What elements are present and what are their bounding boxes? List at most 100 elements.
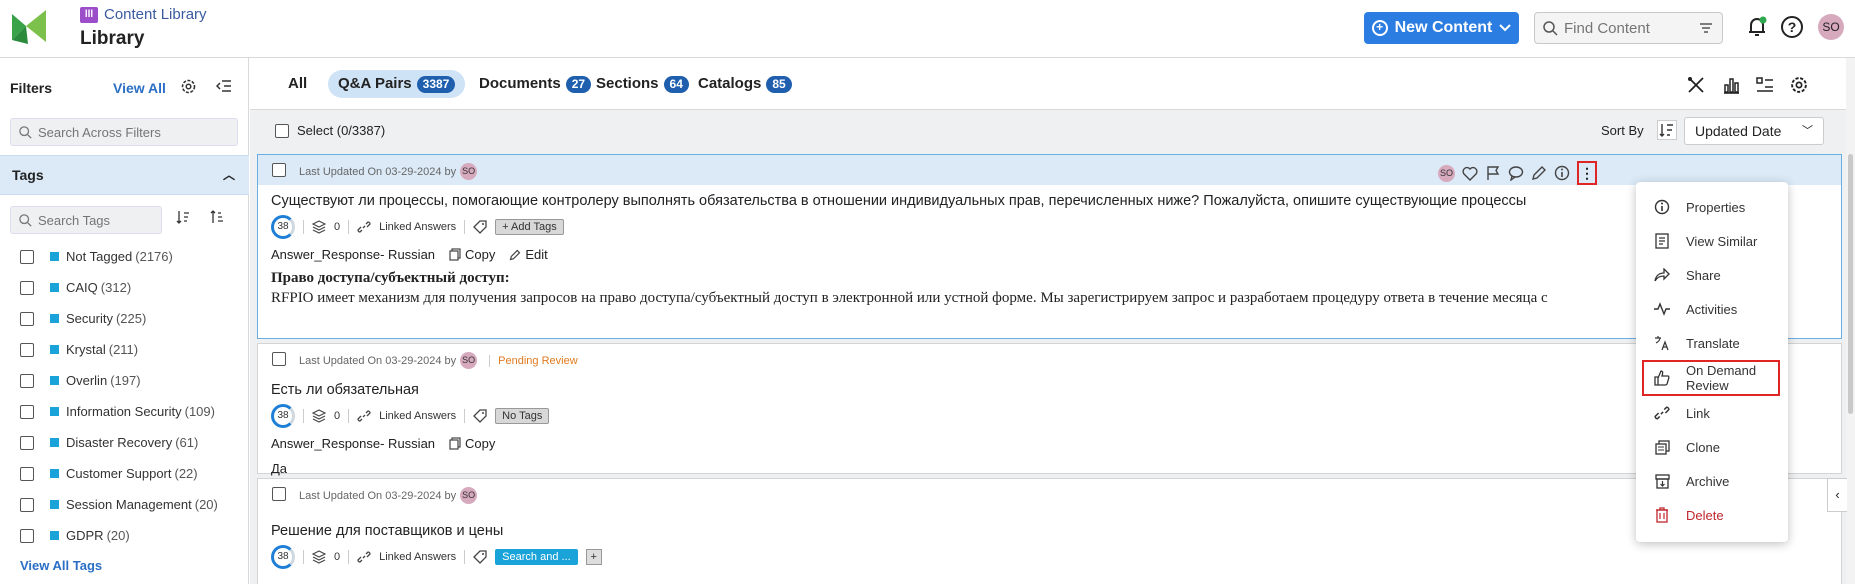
- more-options-icon[interactable]: ⋮: [1577, 161, 1597, 185]
- chevron-left-icon[interactable]: ‹: [1827, 478, 1847, 512]
- checkbox[interactable]: [20, 342, 34, 357]
- view-all-filters-link[interactable]: View All: [113, 80, 166, 96]
- copy-button[interactable]: Copy: [449, 436, 495, 451]
- sort-ascending-icon[interactable]: [176, 210, 190, 224]
- checkbox[interactable]: [272, 352, 286, 366]
- find-content-input[interactable]: [1564, 19, 1674, 37]
- tab-catalogs[interactable]: Catalogs 85: [688, 70, 802, 98]
- checkbox[interactable]: [272, 163, 286, 177]
- checkbox[interactable]: [20, 280, 34, 295]
- new-content-button[interactable]: + New Content: [1364, 12, 1519, 44]
- add-tags-button[interactable]: + Add Tags: [495, 219, 564, 235]
- menu-item-delete[interactable]: Delete: [1636, 498, 1788, 532]
- checkbox[interactable]: [20, 311, 34, 326]
- tab-all[interactable]: All: [278, 70, 317, 98]
- select-all[interactable]: Select (0/3387): [275, 123, 385, 138]
- qa-card[interactable]: Last Updated On 03-29-2024 by SO Pending…: [257, 343, 1842, 476]
- tag-color-swatch: [50, 469, 59, 478]
- tab-documents[interactable]: Documents 27: [469, 70, 601, 98]
- tab-label: Catalogs: [698, 75, 762, 92]
- tag-item[interactable]: Not Tagged (2176): [20, 241, 218, 272]
- edit-label: Edit: [525, 247, 548, 262]
- menu-label: Translate: [1686, 335, 1740, 351]
- qa-card[interactable]: Last Updated On 03-29-2024 by SO Решение…: [257, 478, 1842, 584]
- heart-icon[interactable]: [1462, 166, 1478, 181]
- tag-item[interactable]: Session Management (20): [20, 489, 218, 520]
- tab-qa-pairs[interactable]: Q&A Pairs 3387: [328, 70, 466, 98]
- filter-button[interactable]: [1689, 12, 1723, 44]
- bell-icon[interactable]: [1747, 16, 1767, 38]
- search-filters-field[interactable]: [10, 118, 238, 146]
- menu-item-archive[interactable]: Archive: [1636, 464, 1788, 498]
- view-all-tags-link[interactable]: View All Tags: [20, 558, 102, 573]
- checkbox[interactable]: [275, 123, 289, 138]
- menu-item-view-similar[interactable]: View Similar: [1636, 224, 1788, 258]
- checkbox[interactable]: [20, 466, 34, 481]
- top-header: lll Content Library Library + New Conten…: [0, 0, 1855, 58]
- checkbox[interactable]: [20, 373, 34, 388]
- sort-icon[interactable]: [1657, 120, 1677, 140]
- search-filters-input[interactable]: [38, 124, 208, 140]
- list-view-icon[interactable]: [1756, 76, 1774, 94]
- gear-icon[interactable]: [1790, 76, 1808, 94]
- menu-item-activities[interactable]: Activities: [1636, 292, 1788, 326]
- tag-item[interactable]: Krystal (211): [20, 334, 218, 365]
- tag-item[interactable]: Overlin (197): [20, 365, 218, 396]
- help-icon[interactable]: ?: [1781, 16, 1803, 38]
- tab-sections[interactable]: Sections 64: [586, 70, 699, 98]
- menu-item-link[interactable]: Link: [1636, 396, 1788, 430]
- menu-item-translate[interactable]: Translate: [1636, 326, 1788, 360]
- question-title[interactable]: Существуют ли процессы, помогающие контр…: [271, 193, 1811, 209]
- breadcrumb[interactable]: lll Content Library: [80, 6, 207, 23]
- search-tags-field[interactable]: [10, 206, 162, 234]
- find-content-field[interactable]: [1534, 12, 1694, 44]
- bar-chart-icon[interactable]: [1722, 76, 1740, 94]
- tag-item[interactable]: Disaster Recovery (61): [20, 427, 218, 458]
- plus-circle-icon: +: [1371, 20, 1388, 36]
- checkbox[interactable]: [20, 249, 34, 264]
- tag-item[interactable]: Security (225): [20, 303, 218, 334]
- flag-icon[interactable]: [1485, 165, 1501, 181]
- checkbox[interactable]: [20, 404, 34, 419]
- search-tags-input[interactable]: [38, 212, 148, 228]
- user-avatar[interactable]: SO: [1818, 14, 1844, 40]
- search-icon: [19, 125, 32, 139]
- menu-item-clone[interactable]: Clone: [1636, 430, 1788, 464]
- tag-chip[interactable]: Search and ...: [495, 549, 578, 565]
- linked-answers-label[interactable]: Linked Answers: [379, 221, 456, 233]
- tag-item[interactable]: GDPR (20): [20, 520, 218, 551]
- qa-card[interactable]: Last Updated On 03-29-2024 by SO SO ⋮ Су…: [257, 154, 1842, 339]
- tag-item[interactable]: CAIQ (312): [20, 272, 218, 303]
- add-tag-button[interactable]: +: [585, 549, 602, 565]
- share-icon: [1654, 267, 1670, 283]
- checkbox[interactable]: [20, 435, 34, 450]
- copy-button[interactable]: Copy: [449, 247, 495, 262]
- scrollbar-thumb[interactable]: [1848, 154, 1853, 414]
- tag-item[interactable]: Customer Support (22): [20, 458, 218, 489]
- sort-descending-icon[interactable]: [210, 210, 224, 224]
- info-icon[interactable]: [1554, 165, 1570, 181]
- linked-answers-label[interactable]: Linked Answers: [379, 551, 456, 563]
- tag-item[interactable]: Information Security (109): [20, 396, 218, 427]
- linked-answers-label[interactable]: Linked Answers: [379, 410, 456, 422]
- question-title[interactable]: Есть ли обязательная: [271, 382, 1811, 398]
- sort-by-select[interactable]: Updated Date ﹀: [1684, 117, 1824, 145]
- checkbox[interactable]: [20, 528, 34, 543]
- menu-item-properties[interactable]: Properties: [1636, 190, 1788, 224]
- tags-section-header[interactable]: Tags ︿: [0, 155, 249, 195]
- edit-pencil-icon[interactable]: [1531, 165, 1547, 181]
- collapse-sidebar-icon[interactable]: [216, 79, 232, 93]
- no-tags-chip[interactable]: No Tags: [495, 408, 550, 424]
- answer-row: Answer_Response- Russian Copy Edit: [271, 247, 1841, 262]
- menu-item-on-demand-review[interactable]: On Demand Review: [1642, 360, 1780, 396]
- scrollbar[interactable]: [1846, 58, 1855, 584]
- tools-icon[interactable]: [1687, 76, 1705, 94]
- edit-button[interactable]: Edit: [509, 247, 548, 262]
- checkbox[interactable]: [272, 487, 286, 501]
- question-title[interactable]: Решение для поставщиков и цены: [271, 523, 1811, 539]
- comment-icon[interactable]: [1508, 165, 1524, 181]
- menu-item-share[interactable]: Share: [1636, 258, 1788, 292]
- app-logo-icon[interactable]: [10, 8, 48, 46]
- gear-icon[interactable]: [180, 78, 197, 95]
- checkbox[interactable]: [20, 497, 34, 512]
